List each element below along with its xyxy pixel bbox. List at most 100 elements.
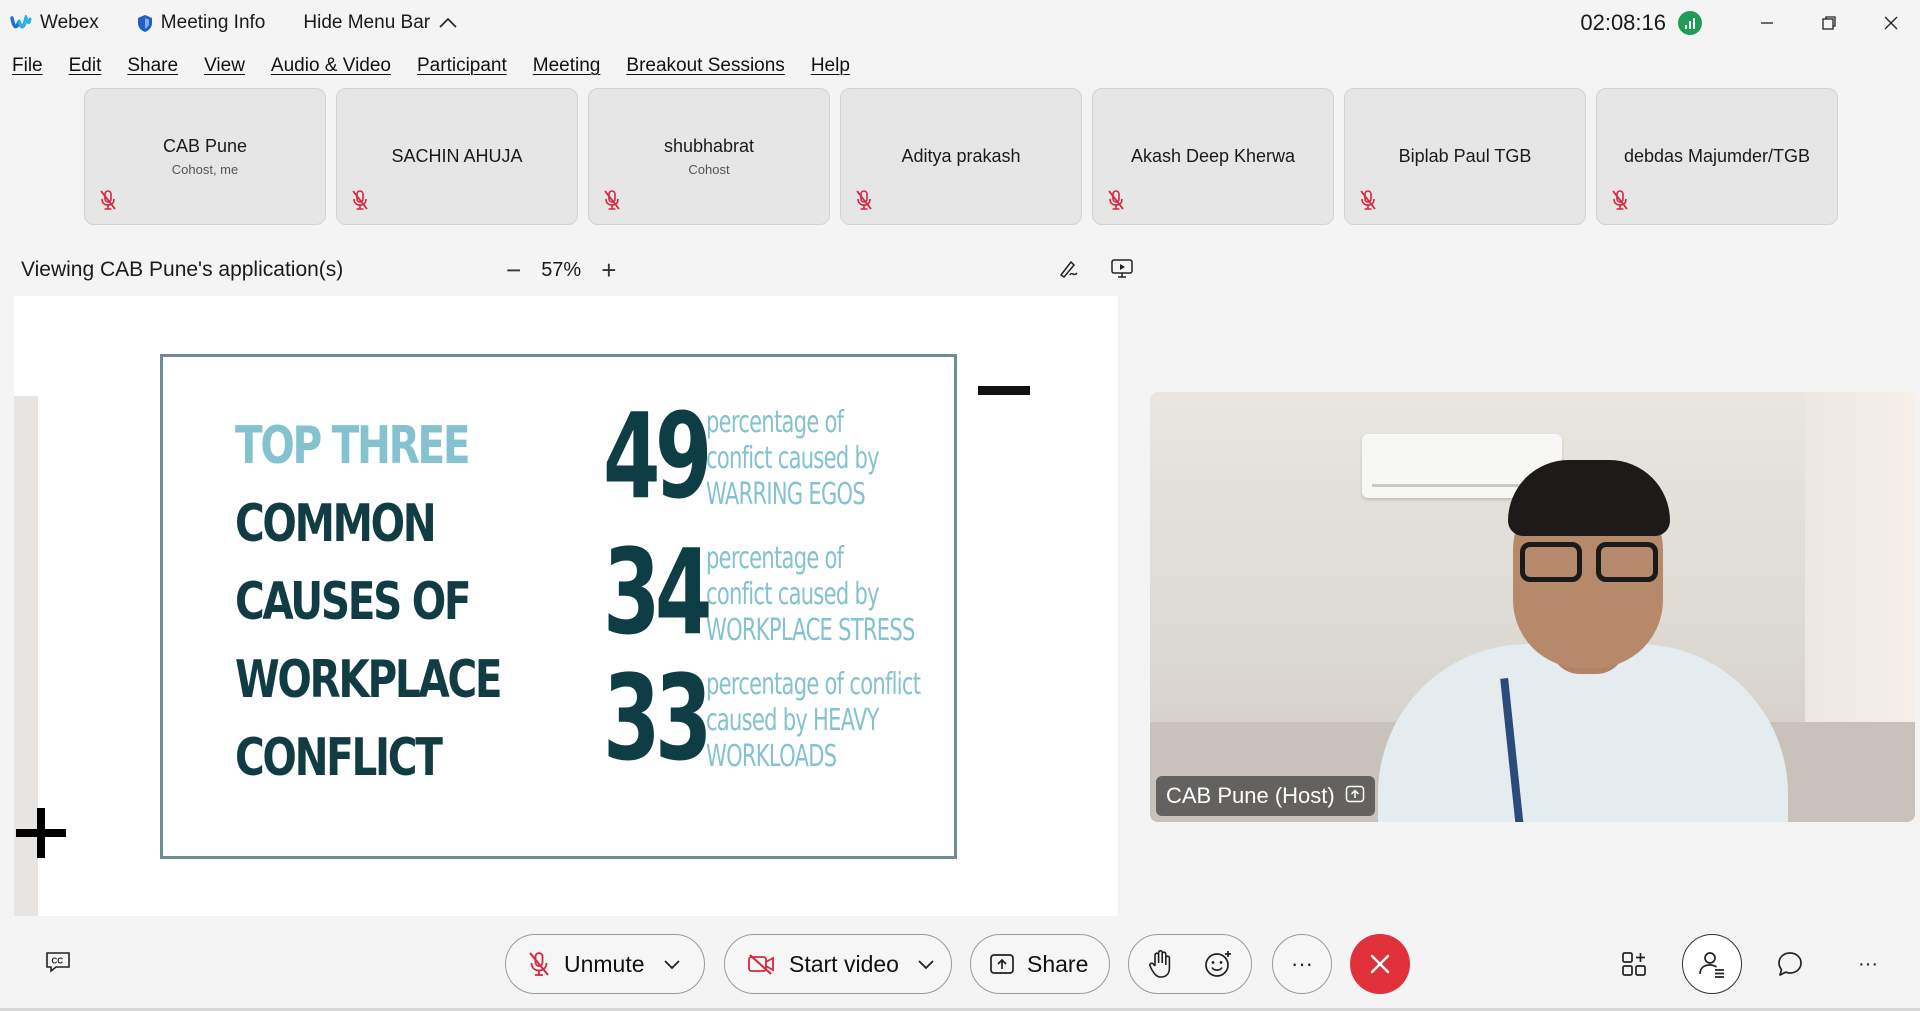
- annotate-button[interactable]: [1058, 257, 1080, 284]
- stat-line: percentage of: [706, 541, 844, 576]
- stat-description: percentage of confict caused by WARRING …: [706, 405, 880, 513]
- minimize-button[interactable]: [1742, 3, 1792, 43]
- share-view-toolbar: Viewing CAB Pune's application(s) − 57% …: [0, 252, 1140, 288]
- hide-menu-bar-label: Hide Menu Bar: [303, 12, 431, 33]
- participant-name: debdas Majumder/TGB: [1623, 146, 1811, 166]
- menu-audio-video[interactable]: Audio & Video: [271, 55, 391, 77]
- close-icon: [1884, 16, 1898, 30]
- zoom-out-button[interactable]: −: [506, 257, 521, 283]
- stat-description: percentage of conflict caused by HEAVY W…: [706, 667, 921, 775]
- chat-bubble-icon: [1778, 952, 1802, 976]
- leave-meeting-button[interactable]: [1350, 934, 1410, 994]
- menu-meeting[interactable]: Meeting: [533, 55, 601, 77]
- start-video-button[interactable]: Start video: [724, 934, 952, 994]
- host-video-tile[interactable]: CAB Pune (Host): [1150, 392, 1915, 822]
- slide-title: TOP THREE COMMON CAUSES OF WORKPLACE CON…: [235, 407, 575, 797]
- chat-button[interactable]: [1760, 934, 1820, 994]
- muted-mic-icon: [1107, 189, 1125, 216]
- participant-tile[interactable]: Aditya prakash: [840, 88, 1082, 225]
- share-label: Share: [1027, 950, 1089, 977]
- menu-participant[interactable]: Participant: [417, 55, 507, 77]
- menu-file[interactable]: File: [12, 55, 43, 77]
- participants-icon: [1699, 952, 1724, 978]
- participant-role: Cohost, me: [171, 162, 239, 177]
- stat-line: WORKLOADS: [706, 739, 837, 774]
- shared-content-area: TOP THREE COMMON CAUSES OF WORKPLACE CON…: [14, 296, 1118, 916]
- video-participant-name: CAB Pune (Host): [1166, 783, 1335, 808]
- presentation-slide: TOP THREE COMMON CAUSES OF WORKPLACE CON…: [160, 354, 957, 859]
- participant-role: Cohost: [688, 162, 730, 177]
- webex-app-menu[interactable]: Webex: [10, 12, 99, 34]
- plus-glyph: [16, 808, 68, 860]
- stat-description: percentage of confict caused by WORKPLAC…: [706, 541, 915, 649]
- apps-button[interactable]: [1604, 934, 1664, 994]
- reactions-group: [1128, 934, 1252, 994]
- muted-mic-icon: [855, 189, 873, 216]
- sharing-indicator-icon: [1345, 783, 1365, 809]
- webex-window: Webex Meeting Info Hide Menu Bar 02:08:1…: [0, 0, 1920, 1011]
- more-options-button[interactable]: ···: [1272, 934, 1332, 994]
- stat-value: 49: [603, 387, 712, 525]
- menu-view[interactable]: View: [204, 55, 245, 77]
- chevron-down-icon[interactable]: [663, 958, 681, 970]
- meeting-info-button[interactable]: Meeting Info: [137, 12, 265, 34]
- reactions-button[interactable]: [1203, 949, 1233, 985]
- participant-tile[interactable]: Biplab Paul TGB: [1344, 88, 1586, 225]
- restore-button[interactable]: [1804, 3, 1854, 43]
- meeting-controls: CC Unmute Start video Share ··· ···: [0, 930, 1920, 1000]
- video-off-icon: [747, 953, 775, 975]
- zoom-level: 57%: [541, 258, 582, 281]
- menu-share[interactable]: Share: [127, 55, 178, 77]
- participants-panel-button[interactable]: [1682, 934, 1742, 994]
- participant-name: shubhabrat: [663, 136, 755, 156]
- zoom-control: − 57% +: [506, 257, 616, 283]
- stat-value: 34: [603, 523, 712, 661]
- video-person-glasses: [1520, 542, 1660, 584]
- restore-icon: [1822, 16, 1836, 30]
- share-button[interactable]: Share: [970, 934, 1110, 994]
- stat-line: caused by HEAVY: [706, 703, 880, 738]
- stat-line: percentage of conflict: [706, 667, 921, 702]
- muted-mic-icon: [351, 189, 369, 216]
- menu-edit[interactable]: Edit: [69, 55, 102, 77]
- svg-text:CC: CC: [52, 957, 64, 966]
- stat-value: 33: [603, 649, 712, 787]
- menu-breakout-sessions[interactable]: Breakout Sessions: [626, 55, 784, 77]
- zoom-in-button[interactable]: +: [601, 257, 616, 283]
- participant-tile[interactable]: shubhabrat Cohost: [588, 88, 830, 225]
- share-screen-icon: [989, 953, 1015, 975]
- menu-help[interactable]: Help: [811, 55, 850, 77]
- closed-captions-icon: CC: [46, 952, 70, 973]
- start-video-label: Start video: [789, 950, 899, 977]
- slide-title-line: CAUSES OF: [235, 572, 472, 632]
- title-bar: Webex Meeting Info Hide Menu Bar 02:08:1…: [0, 0, 1920, 46]
- close-icon: [1370, 954, 1390, 974]
- participant-tile[interactable]: SACHIN AHUJA: [336, 88, 578, 225]
- chevron-down-icon[interactable]: [917, 958, 935, 970]
- annotate-pen-icon: [1059, 260, 1078, 278]
- stat-line: percentage of: [706, 405, 844, 440]
- video-person-hair: [1508, 460, 1670, 536]
- participant-name: Biplab Paul TGB: [1398, 146, 1532, 166]
- muted-mic-icon: [1611, 189, 1629, 216]
- participant-tile[interactable]: Akash Deep Kherwa: [1092, 88, 1334, 225]
- more-panels-button[interactable]: ···: [1838, 934, 1898, 994]
- raise-hand-icon: [1149, 949, 1171, 978]
- remote-control-button[interactable]: [1110, 257, 1134, 284]
- minus-glyph: [978, 386, 1030, 395]
- close-window-button[interactable]: [1866, 3, 1916, 43]
- shield-icon: [137, 14, 153, 33]
- slide-title-line: WORKPLACE: [235, 650, 503, 710]
- participant-name: Akash Deep Kherwa: [1130, 146, 1296, 166]
- connection-quality-icon[interactable]: [1678, 11, 1702, 35]
- unmute-button[interactable]: Unmute: [505, 934, 705, 994]
- closed-captions-button[interactable]: CC: [44, 950, 72, 979]
- participant-tile[interactable]: CAB Pune Cohost, me: [84, 88, 326, 225]
- raise-hand-button[interactable]: [1147, 949, 1173, 985]
- chevron-up-icon: [438, 17, 458, 29]
- stat-line: WARRING EGOS: [706, 477, 866, 512]
- minimize-icon: [1761, 22, 1773, 24]
- participant-tile[interactable]: debdas Majumder/TGB: [1596, 88, 1838, 225]
- hide-menu-bar-button[interactable]: Hide Menu Bar: [303, 12, 458, 34]
- participant-name: CAB Pune: [162, 136, 248, 156]
